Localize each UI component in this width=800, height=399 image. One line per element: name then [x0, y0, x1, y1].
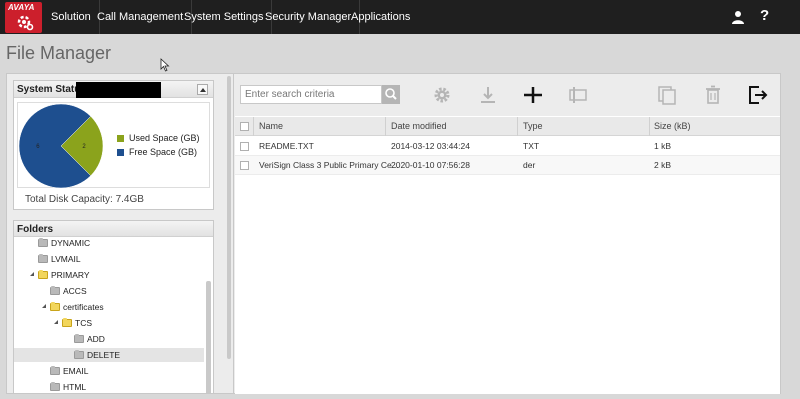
folder-icon — [50, 286, 60, 295]
rename-icon[interactable] — [567, 85, 589, 105]
folder-item-primary[interactable]: PRIMARY — [14, 268, 204, 282]
avaya-logo[interactable]: AVAYA — [5, 2, 42, 33]
user-icon[interactable] — [731, 10, 745, 24]
search-button[interactable] — [382, 85, 400, 104]
cell-name: README.TXT — [259, 141, 314, 151]
table-row[interactable]: README.TXT 2014-03-12 03:44:24 TXT 1 kB — [235, 137, 780, 156]
cell-size: 1 kB — [654, 141, 672, 151]
folder-icon — [62, 318, 72, 327]
folder-item-email[interactable]: EMAIL — [14, 364, 204, 378]
expanded-arrow-icon[interactable] — [54, 320, 58, 324]
folders-title: Folders — [17, 224, 54, 235]
folder-item-lvmail[interactable]: LVMAIL — [14, 252, 204, 266]
folder-icon — [50, 366, 60, 375]
system-status-panel: System Status 26 Used Space (GB) Free Sp… — [13, 80, 214, 210]
folders-panel: Folders DYNAMIC LVMAIL PRIMARY ACCS certific… — [13, 220, 214, 394]
folder-label: DYNAMIC — [51, 238, 91, 248]
folder-label: HTML — [63, 382, 87, 392]
legend-swatch-free — [117, 149, 124, 156]
folder-icon — [74, 350, 84, 359]
cell-type: der — [523, 160, 536, 170]
folder-icon — [74, 334, 84, 343]
folder-icon — [38, 238, 48, 247]
disk-usage-chart: 26 Used Space (GB) Free Space (GB) — [17, 102, 210, 189]
mouse-cursor-icon — [160, 58, 170, 72]
legend-used-label: Used Space (GB) — [129, 133, 200, 143]
gear-icon[interactable] — [432, 85, 452, 105]
column-separator[interactable] — [517, 117, 518, 136]
folder-item-accs[interactable]: ACCS — [14, 284, 204, 298]
folder-icon — [38, 254, 48, 263]
column-name[interactable]: Name — [259, 121, 283, 131]
table-row[interactable]: VeriSign Class 3 Public Primary Ce... 20… — [235, 156, 780, 175]
folder-label: EMAIL — [63, 366, 89, 376]
folder-item-delete[interactable]: DELETE — [14, 348, 204, 362]
gear-logo-icon — [17, 15, 34, 31]
folder-item-tcs[interactable]: TCS — [14, 316, 204, 330]
cell-type: TXT — [523, 141, 540, 151]
disk-pie-chart: 26 — [19, 103, 104, 189]
collapse-up-icon[interactable] — [197, 84, 208, 95]
panel-divider[interactable] — [233, 73, 234, 394]
column-separator[interactable] — [649, 117, 650, 136]
help-icon[interactable]: ? — [760, 8, 769, 24]
system-status-header: System Status — [14, 81, 213, 98]
cell-name: VeriSign Class 3 Public Primary Ce... — [259, 160, 399, 170]
search-input[interactable] — [240, 85, 382, 104]
redacted-block — [76, 82, 161, 98]
select-all-checkbox[interactable] — [240, 122, 249, 131]
legend-free-label: Free Space (GB) — [129, 147, 198, 157]
top-nav-bar: AVAYA Solution Call Management System Se… — [0, 0, 800, 34]
column-separator[interactable] — [253, 117, 254, 136]
legend-used-space: Used Space (GB) — [117, 133, 200, 143]
folder-icon — [50, 382, 60, 391]
total-disk-capacity: Total Disk Capacity: 7.4GB — [25, 194, 144, 205]
copy-icon[interactable] — [657, 85, 677, 105]
legend-swatch-used — [117, 135, 124, 142]
folder-label: DELETE — [87, 350, 121, 360]
column-size[interactable]: Size (kB) — [654, 121, 691, 131]
folder-item-add[interactable]: ADD — [14, 332, 204, 346]
row-checkbox[interactable] — [240, 142, 249, 151]
column-separator[interactable] — [385, 117, 386, 136]
page-title: File Manager — [6, 43, 112, 63]
download-icon[interactable] — [478, 85, 498, 105]
folder-label: ADD — [87, 334, 105, 344]
folder-icon — [38, 270, 48, 279]
folder-label: PRIMARY — [51, 270, 90, 280]
folder-item-certificates[interactable]: certificates — [14, 300, 204, 314]
column-type[interactable]: Type — [523, 121, 543, 131]
folders-header: Folders — [14, 221, 213, 237]
trash-icon[interactable] — [704, 85, 722, 105]
cell-date-modified: 2014-03-12 03:44:24 — [391, 141, 470, 151]
nav-applications[interactable]: Applications — [343, 0, 418, 34]
left-panel-scrollbar[interactable] — [227, 76, 231, 359]
column-date-modified[interactable]: Date modified — [391, 121, 447, 131]
folder-label: LVMAIL — [51, 254, 81, 264]
cell-date-modified: 2020-01-10 07:56:28 — [391, 160, 470, 170]
folder-item-dynamic[interactable]: DYNAMIC — [14, 236, 204, 250]
logo-text: AVAYA — [8, 3, 35, 12]
folders-scrollbar[interactable] — [206, 281, 211, 393]
folder-item-html[interactable]: HTML — [14, 380, 204, 393]
folder-label: certificates — [63, 302, 104, 312]
file-table-header: Name Date modified Type Size (kB) — [235, 117, 780, 136]
row-checkbox[interactable] — [240, 161, 249, 170]
add-icon[interactable] — [522, 85, 544, 105]
expanded-arrow-icon[interactable] — [42, 304, 46, 308]
cell-size: 2 kB — [654, 160, 672, 170]
folder-label: TCS — [75, 318, 92, 328]
expanded-arrow-icon[interactable] — [30, 272, 34, 276]
folder-icon — [50, 302, 60, 311]
legend-free-space: Free Space (GB) — [117, 147, 197, 157]
search-icon — [385, 88, 397, 100]
folder-label: ACCS — [63, 286, 87, 296]
exit-icon[interactable] — [747, 85, 769, 105]
